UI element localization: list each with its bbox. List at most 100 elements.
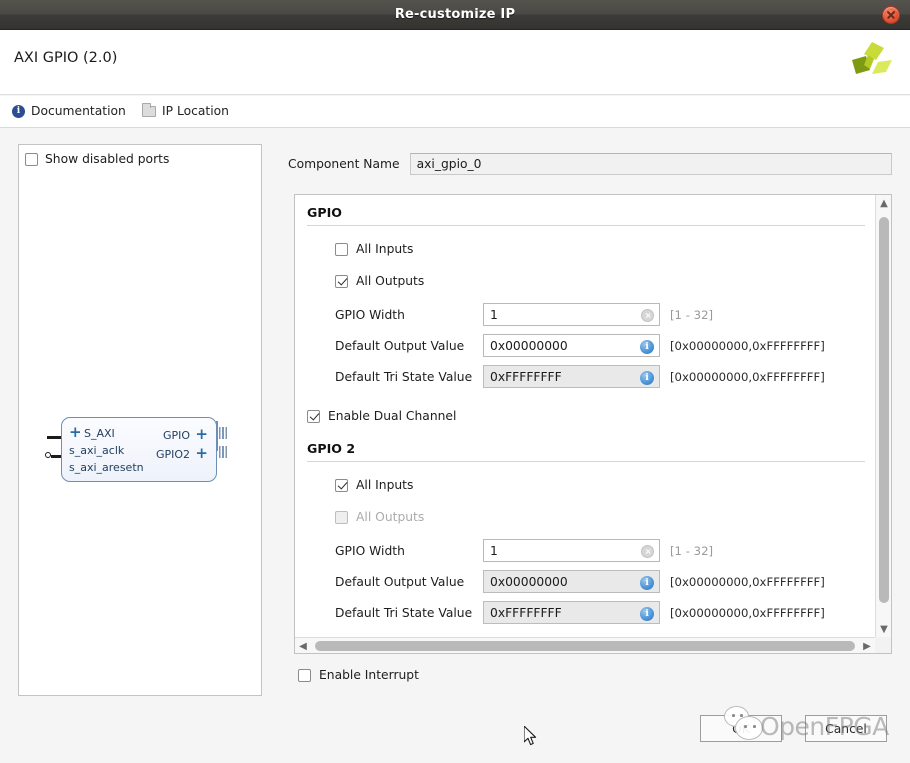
- s-axi-aresetn-pin-dot-icon: [45, 452, 51, 458]
- gpio1-width-range: [1 - 32]: [670, 308, 713, 322]
- show-disabled-ports-label: Show disabled ports: [45, 152, 169, 166]
- s-axi-aresetn-pin-line-icon: [51, 455, 61, 458]
- block-port-s-axi: S_AXI: [84, 427, 115, 440]
- gpio1-all-inputs-row[interactable]: All Inputs: [335, 242, 875, 256]
- gpio1-default-output-input[interactable]: 0x00000000 i: [483, 334, 660, 357]
- close-icon[interactable]: [882, 6, 900, 24]
- gpio2-width-range: [1 - 32]: [670, 544, 713, 558]
- info-icon[interactable]: i: [640, 371, 654, 385]
- horizontal-scrollbar-thumb[interactable]: [315, 641, 855, 651]
- chevron-left-icon[interactable]: ◀: [295, 638, 311, 654]
- gpio2-all-outputs-label: All Outputs: [356, 510, 424, 524]
- component-name-row: Component Name axi_gpio_0: [288, 152, 892, 176]
- component-name-label: Component Name: [288, 157, 400, 171]
- gpio1-all-inputs-label: All Inputs: [356, 242, 413, 256]
- s-axi-expand-icon[interactable]: +: [69, 425, 82, 440]
- gpio1-width-input[interactable]: 1: [483, 303, 660, 326]
- gpio2-default-output-input: 0x00000000 i: [483, 570, 660, 593]
- axi-gpio-block-symbol: + S_AXI s_axi_aclk s_axi_aresetn GPIO + …: [61, 417, 217, 482]
- dialog-body: Show disabled ports + S_AXI s_axi_aclk s…: [0, 128, 910, 763]
- cancel-button[interactable]: Cancel: [805, 715, 887, 742]
- show-disabled-ports-checkbox[interactable]: [25, 153, 38, 166]
- gpio-bus-pin-icon: [219, 427, 227, 439]
- gpio1-all-outputs-checkbox[interactable]: [335, 275, 348, 288]
- gpio2-expand-icon[interactable]: +: [195, 446, 208, 461]
- gpio2-tristate-value: 0xFFFFFFFF: [490, 606, 562, 620]
- enable-dual-channel-row[interactable]: Enable Dual Channel: [307, 409, 875, 423]
- gpio1-group-title: GPIO: [307, 205, 875, 220]
- gpio1-default-output-value: 0x00000000: [490, 339, 568, 353]
- gpio1-all-outputs-label: All Outputs: [356, 274, 424, 288]
- gpio1-all-inputs-checkbox[interactable]: [335, 243, 348, 256]
- component-name-input[interactable]: axi_gpio_0: [410, 153, 892, 175]
- ip-location-label: IP Location: [162, 104, 229, 118]
- title-bar: Re-customize IP: [0, 0, 910, 30]
- gpio2-tristate-label: Default Tri State Value: [335, 606, 483, 620]
- gpio1-tristate-value: 0xFFFFFFFF: [490, 370, 562, 384]
- info-icon[interactable]: i: [640, 607, 654, 621]
- gpio1-tristate-range: [0x00000000,0xFFFFFFFF]: [670, 370, 825, 384]
- clear-icon[interactable]: [641, 545, 654, 558]
- xilinx-logo-icon: [842, 38, 894, 86]
- chevron-down-icon[interactable]: ▼: [876, 621, 892, 637]
- enable-dual-channel-label: Enable Dual Channel: [328, 409, 456, 423]
- gpio2-width-input[interactable]: 1: [483, 539, 660, 562]
- gpio1-width-value: 1: [490, 308, 498, 322]
- gpio2-default-output-row: Default Output Value 0x00000000 i [0x000…: [335, 569, 875, 594]
- chevron-right-icon[interactable]: ▶: [859, 638, 875, 654]
- clear-icon[interactable]: [641, 309, 654, 322]
- block-port-gpio: GPIO: [163, 429, 190, 442]
- window-title: Re-customize IP: [0, 0, 910, 30]
- gpio1-default-output-row: Default Output Value 0x00000000 i [0x000…: [335, 333, 875, 358]
- gpio2-bus-pin-icon: [219, 446, 227, 458]
- enable-interrupt-row[interactable]: Enable Interrupt: [298, 668, 419, 682]
- info-icon[interactable]: i: [640, 340, 654, 354]
- block-diagram-panel: Show disabled ports + S_AXI s_axi_aclk s…: [18, 144, 262, 696]
- gpio2-default-output-range: [0x00000000,0xFFFFFFFF]: [670, 575, 825, 589]
- gpio1-default-output-range: [0x00000000,0xFFFFFFFF]: [670, 339, 825, 353]
- ip-header: AXI GPIO (2.0): [0, 30, 910, 95]
- gpio2-all-inputs-label: All Inputs: [356, 478, 413, 492]
- gpio2-all-outputs-checkbox: [335, 511, 348, 524]
- gpio2-width-label: GPIO Width: [335, 544, 483, 558]
- show-disabled-ports-row[interactable]: Show disabled ports: [25, 152, 169, 166]
- gpio2-divider: [307, 461, 865, 462]
- enable-dual-channel-checkbox[interactable]: [307, 410, 320, 423]
- gpio1-width-label: GPIO Width: [335, 308, 483, 322]
- block-port-s-axi-aresetn: s_axi_aresetn: [69, 461, 144, 474]
- gpio1-tristate-label: Default Tri State Value: [335, 370, 483, 384]
- s-axi-aclk-pin-icon: [47, 436, 61, 439]
- vertical-scrollbar-thumb[interactable]: [879, 217, 889, 603]
- page-title: AXI GPIO (2.0): [14, 50, 117, 66]
- enable-interrupt-checkbox[interactable]: [298, 669, 311, 682]
- chevron-up-icon[interactable]: ▲: [876, 195, 892, 211]
- gpio2-default-output-label: Default Output Value: [335, 575, 483, 589]
- info-icon[interactable]: i: [640, 576, 654, 590]
- gpio1-all-outputs-row[interactable]: All Outputs: [335, 274, 875, 288]
- gpio2-width-row: GPIO Width 1 [1 - 32]: [335, 538, 875, 563]
- gpio2-width-value: 1: [490, 544, 498, 558]
- link-bar: i Documentation IP Location: [0, 96, 910, 128]
- gpio2-tristate-range: [0x00000000,0xFFFFFFFF]: [670, 606, 825, 620]
- gpio1-width-row: GPIO Width 1 [1 - 32]: [335, 302, 875, 327]
- gpio2-group-title: GPIO 2: [307, 441, 875, 456]
- gpio2-all-outputs-row: All Outputs: [335, 510, 875, 524]
- gpio2-tristate-row: Default Tri State Value 0xFFFFFFFF i [0x…: [335, 600, 875, 625]
- settings-area: Component Name axi_gpio_0 GPIO All Input…: [288, 144, 892, 696]
- gpio-expand-icon[interactable]: +: [195, 427, 208, 442]
- gpio1-default-output-label: Default Output Value: [335, 339, 483, 353]
- settings-scroll-box: GPIO All Inputs All Outputs GPIO Width: [294, 194, 892, 654]
- scrollbar-corner: [875, 637, 891, 653]
- ip-location-link[interactable]: IP Location: [142, 101, 229, 121]
- documentation-label: Documentation: [31, 104, 126, 118]
- block-port-gpio2: GPIO2: [156, 448, 190, 461]
- settings-vertical-scrollbar[interactable]: ▲ ▼: [875, 195, 891, 637]
- documentation-link[interactable]: i Documentation: [12, 101, 126, 121]
- gpio1-tristate-input: 0xFFFFFFFF i: [483, 365, 660, 388]
- gpio2-all-inputs-checkbox[interactable]: [335, 479, 348, 492]
- re-customize-ip-dialog: Re-customize IP AXI GPIO (2.0) i Documen…: [0, 0, 910, 763]
- ok-button[interactable]: OK: [700, 715, 782, 742]
- gpio2-tristate-input: 0xFFFFFFFF i: [483, 601, 660, 624]
- settings-horizontal-scrollbar[interactable]: ◀ ▶: [295, 637, 875, 653]
- gpio2-all-inputs-row[interactable]: All Inputs: [335, 478, 875, 492]
